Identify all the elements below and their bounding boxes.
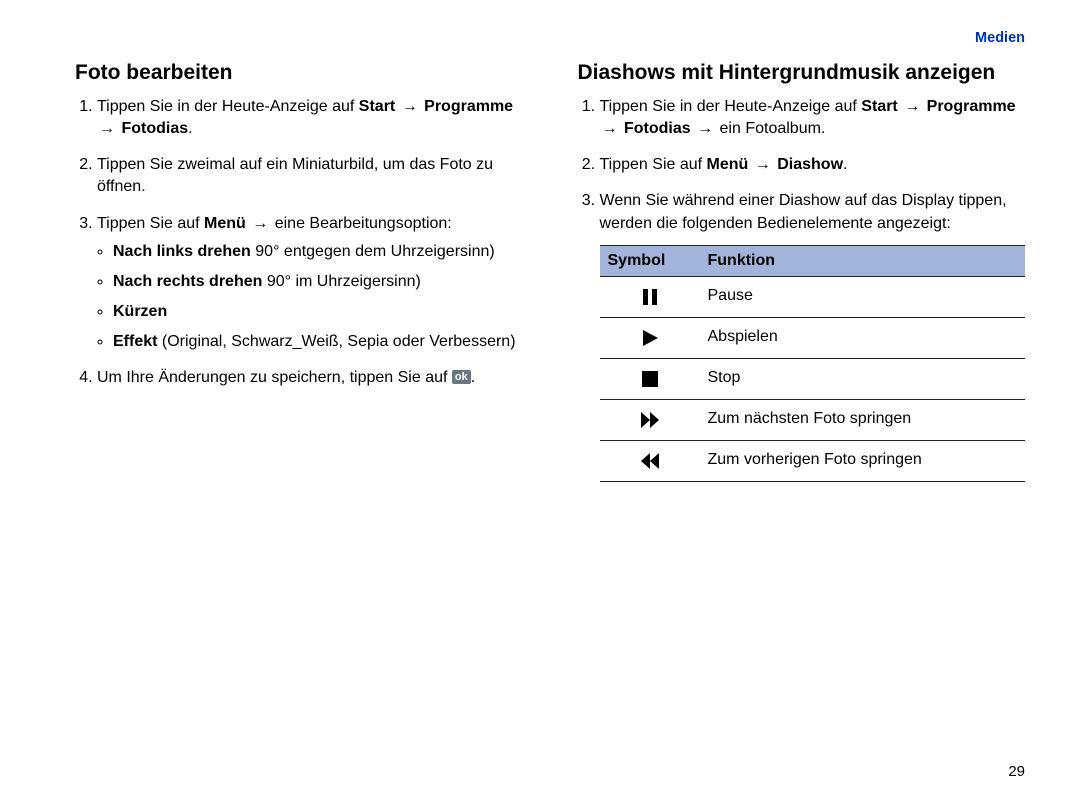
left-step-3: Tippen Sie auf Menü → eine Bearbeitungso…	[97, 213, 523, 353]
stop-icon	[640, 369, 660, 389]
text: 90° entgegen dem Uhrzeigersinn)	[251, 243, 495, 260]
table-row: Pause	[600, 276, 1026, 317]
text: 90° im Uhrzeigersinn)	[262, 273, 420, 290]
table-row: Zum nächsten Foto springen	[600, 399, 1026, 440]
arrow-icon: →	[250, 215, 270, 232]
label: Effekt	[113, 333, 157, 350]
nav-fotodias: Fotodias	[121, 120, 188, 137]
right-column: Diashows mit Hintergrundmusik anzeigen T…	[578, 54, 1026, 753]
label: Kürzen	[113, 303, 167, 320]
table-row: Zum vorherigen Foto springen	[600, 440, 1026, 481]
label: Nach rechts drehen	[113, 273, 262, 290]
arrow-icon: →	[753, 156, 773, 173]
nav-fotodias: Fotodias	[624, 120, 691, 137]
bullet-rotate-left: Nach links drehen 90° entgegen dem Uhrze…	[113, 241, 523, 263]
left-step-4: Um Ihre Änderungen zu speichern, tippen …	[97, 367, 523, 389]
controls-table: Symbol Funktion Pause Abspielen	[600, 245, 1026, 482]
text: eine Bearbeitungsoption:	[275, 215, 452, 232]
text: .	[471, 369, 475, 386]
nav-diashow: Diashow	[777, 156, 843, 173]
nav-programme: Programme	[927, 98, 1016, 115]
arrow-icon: →	[600, 120, 620, 137]
right-step-1: Tippen Sie in der Heute-Anzeige auf Star…	[600, 96, 1026, 140]
text: ein Fotoalbum.	[720, 120, 826, 137]
right-title: Diashows mit Hintergrundmusik anzeigen	[578, 60, 1026, 86]
nav-start: Start	[359, 98, 395, 115]
play-icon	[640, 328, 660, 348]
arrow-icon: →	[97, 120, 117, 137]
func-text: Abspielen	[700, 317, 1026, 358]
table-row: Stop	[600, 358, 1026, 399]
left-title: Foto bearbeiten	[75, 60, 523, 86]
func-text: Stop	[700, 358, 1026, 399]
arrow-icon: →	[695, 120, 715, 137]
left-step-1: Tippen Sie in der Heute-Anzeige auf Star…	[97, 96, 523, 140]
left-step-2: Tippen Sie zweimal auf ein Miniaturbild,…	[97, 154, 523, 198]
bullet-rotate-right: Nach rechts drehen 90° im Uhrzeigersinn)	[113, 271, 523, 293]
arrow-icon: →	[902, 98, 922, 115]
left-column: Foto bearbeiten Tippen Sie in der Heute-…	[75, 54, 523, 753]
table-row: Abspielen	[600, 317, 1026, 358]
arrow-icon: →	[400, 98, 420, 115]
nav-programme: Programme	[424, 98, 513, 115]
prev-icon	[640, 451, 660, 471]
pause-icon	[640, 287, 660, 307]
nav-menu: Menü	[204, 215, 246, 232]
next-icon	[640, 410, 660, 430]
text: Tippen Sie auf	[97, 215, 204, 232]
text: Tippen Sie auf	[600, 156, 707, 173]
text: Tippen Sie in der Heute-Anzeige auf	[600, 98, 862, 115]
section-header: Medien	[75, 30, 1025, 54]
page-number: 29	[75, 753, 1025, 780]
right-step-3: Wenn Sie während einer Diashow auf das D…	[600, 190, 1026, 481]
th-function: Funktion	[700, 245, 1026, 276]
nav-start: Start	[861, 98, 897, 115]
func-text: Zum vorherigen Foto springen	[700, 440, 1026, 481]
func-text: Pause	[700, 276, 1026, 317]
func-text: Zum nächsten Foto springen	[700, 399, 1026, 440]
ok-icon: ok	[452, 370, 471, 384]
label: Nach links drehen	[113, 243, 251, 260]
text: Wenn Sie während einer Diashow auf das D…	[600, 192, 1007, 231]
text: Tippen Sie in der Heute-Anzeige auf	[97, 98, 359, 115]
bullet-crop: Kürzen	[113, 301, 523, 323]
bullet-effect: Effekt (Original, Schwarz_Weiß, Sepia od…	[113, 331, 523, 353]
text: (Original, Schwarz_Weiß, Sepia oder Verb…	[157, 333, 515, 350]
text: Um Ihre Änderungen zu speichern, tippen …	[97, 369, 452, 386]
nav-menu: Menü	[707, 156, 749, 173]
right-step-2: Tippen Sie auf Menü → Diashow.	[600, 154, 1026, 176]
th-symbol: Symbol	[600, 245, 700, 276]
